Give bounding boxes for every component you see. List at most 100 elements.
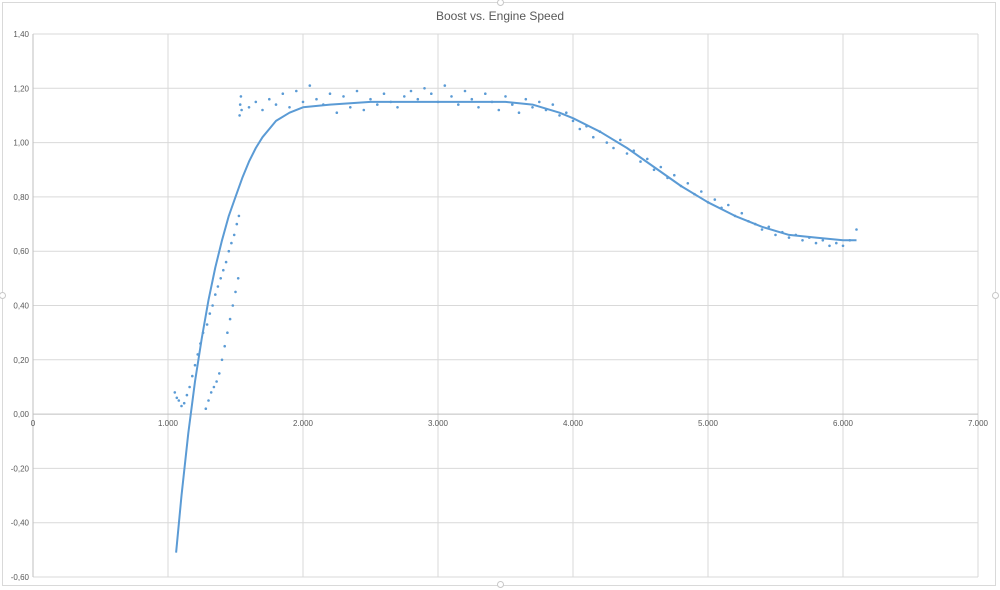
y-tick-label: 1,40 xyxy=(13,30,29,39)
data-point xyxy=(211,304,214,307)
x-tick-label: 1.000 xyxy=(158,419,179,428)
data-point xyxy=(177,399,181,402)
gridlines xyxy=(33,33,979,578)
data-point xyxy=(389,100,393,104)
data-point xyxy=(484,92,487,95)
x-tick-label: 0 xyxy=(31,419,36,428)
data-point xyxy=(578,127,582,131)
data-point xyxy=(700,190,703,193)
data-point xyxy=(237,214,241,218)
data-point xyxy=(355,89,359,93)
data-point xyxy=(218,372,221,375)
data-point xyxy=(470,97,474,101)
data-point xyxy=(396,106,399,109)
data-point xyxy=(268,97,271,101)
data-point xyxy=(403,95,406,98)
data-point xyxy=(193,363,197,367)
data-point xyxy=(214,293,217,296)
data-point xyxy=(308,84,312,87)
data-point xyxy=(219,277,222,280)
data-point xyxy=(497,108,501,112)
data-point xyxy=(639,160,642,163)
data-point xyxy=(182,401,186,405)
data-point xyxy=(180,404,183,408)
data-point xyxy=(436,100,440,104)
data-point xyxy=(841,244,845,248)
data-point xyxy=(517,111,521,114)
data-point xyxy=(215,380,218,383)
data-point xyxy=(328,92,332,95)
data-point xyxy=(679,184,683,188)
data-point xyxy=(490,100,494,104)
data-point xyxy=(240,108,243,112)
data-point xyxy=(713,198,717,201)
data-point xyxy=(295,89,298,93)
data-point xyxy=(747,220,750,223)
data-point xyxy=(222,268,225,272)
data-point xyxy=(342,95,345,98)
y-tick-label: 0,00 xyxy=(13,410,29,419)
data-point xyxy=(188,385,191,389)
y-tick-labels: 1,40 1,20 1,00 0,80 0,60 0,40 0,20 0,00 -0,20 -0,… xyxy=(11,30,30,582)
data-point xyxy=(652,168,656,172)
chart-title: Boost vs. Engine Speed xyxy=(436,9,564,23)
data-point xyxy=(659,165,663,169)
data-point xyxy=(457,103,460,106)
x-tick-label: 6.000 xyxy=(833,419,854,428)
data-point xyxy=(835,241,838,245)
data-point xyxy=(585,125,588,128)
data-point xyxy=(335,111,339,114)
data-point xyxy=(821,239,825,242)
x-tick-label: 5.000 xyxy=(698,419,719,428)
data-point xyxy=(571,119,575,123)
data-point xyxy=(706,201,710,204)
data-point xyxy=(848,239,852,242)
y-tick-label: 1,20 xyxy=(13,84,29,93)
data-point xyxy=(236,277,240,280)
data-point xyxy=(544,108,548,112)
data-point xyxy=(754,222,757,226)
data-point xyxy=(727,203,730,207)
data-point xyxy=(209,391,213,394)
y-tick-label: -0,20 xyxy=(11,464,30,473)
data-point xyxy=(226,331,229,335)
data-point xyxy=(774,233,777,237)
data-point xyxy=(605,141,609,144)
data-point xyxy=(185,393,189,397)
data-point xyxy=(612,146,615,150)
data-point xyxy=(288,106,291,109)
data-point xyxy=(207,399,210,402)
data-point xyxy=(686,182,690,185)
x-tick-label: 2.000 xyxy=(293,419,314,428)
data-point xyxy=(238,103,242,106)
data-point xyxy=(538,100,541,104)
data-point xyxy=(204,407,208,411)
data-point xyxy=(199,342,202,345)
y-tick-label: 0,20 xyxy=(13,356,29,365)
data-point xyxy=(430,92,433,95)
data-point xyxy=(598,130,602,133)
data-point xyxy=(216,285,220,288)
y-tick-label: -0,60 xyxy=(11,573,30,582)
data-point xyxy=(234,290,237,294)
data-point xyxy=(230,241,233,245)
data-point xyxy=(443,84,447,87)
data-point xyxy=(232,233,236,237)
data-point xyxy=(201,331,205,335)
trendline xyxy=(175,100,857,553)
x-tick-labels: 0 1.000 2.000 3.000 4.000 5.000 6.000 7.000 xyxy=(31,419,989,428)
data-point xyxy=(794,233,798,237)
y-tick-label: 0,80 xyxy=(13,193,29,202)
data-point xyxy=(693,192,696,196)
data-point xyxy=(625,152,629,155)
data-point xyxy=(220,358,224,362)
data-point xyxy=(720,206,723,210)
data-point xyxy=(274,103,278,106)
data-point xyxy=(524,97,528,101)
x-tick-label: 3.000 xyxy=(428,419,449,428)
data-point xyxy=(511,103,514,106)
data-point xyxy=(205,323,209,326)
data-point xyxy=(322,103,325,106)
data-point xyxy=(208,312,212,315)
data-point xyxy=(376,103,379,106)
